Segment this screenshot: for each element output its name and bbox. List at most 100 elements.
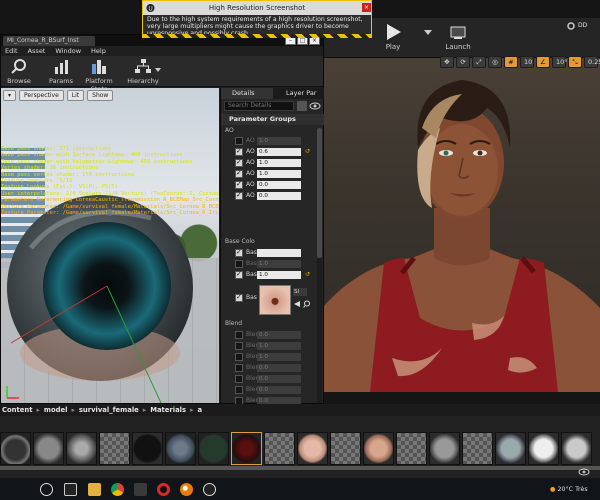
asset-thumbnail[interactable] xyxy=(528,432,559,465)
asset-thumbnail[interactable] xyxy=(165,432,196,465)
override-checkbox[interactable] xyxy=(235,353,243,361)
blender-icon[interactable] xyxy=(180,483,193,496)
value-field[interactable]: 0.0 xyxy=(257,331,301,339)
launch-button[interactable]: Launch xyxy=(432,20,484,56)
texture-dropdown[interactable]: Sl xyxy=(293,288,307,296)
file-explorer-icon[interactable] xyxy=(88,483,101,496)
override-checkbox[interactable] xyxy=(235,342,243,350)
override-checkbox[interactable] xyxy=(235,180,243,189)
value-field[interactable]: 1.0 xyxy=(257,170,301,178)
menu-window[interactable]: Window xyxy=(55,46,81,56)
value-field[interactable]: 0.0 xyxy=(257,386,301,394)
asset-thumbnail[interactable] xyxy=(330,432,361,465)
asset-thumbnail-selected[interactable] xyxy=(231,432,262,465)
use-asset-arrow-icon[interactable] xyxy=(293,300,301,308)
override-checkbox[interactable] xyxy=(235,248,243,257)
override-checkbox[interactable] xyxy=(235,169,243,178)
show-button[interactable]: Show xyxy=(87,90,114,101)
asset-thumbnail[interactable] xyxy=(429,432,460,465)
value-field[interactable]: 0.0 xyxy=(257,375,301,383)
rotation-snap-toggle[interactable]: ∠ xyxy=(536,56,550,68)
browse-button[interactable]: Browse xyxy=(3,57,35,86)
asset-thumbnail[interactable] xyxy=(396,432,427,465)
reset-icon[interactable]: ↺ xyxy=(305,147,310,157)
tab-details[interactable]: Details xyxy=(221,88,273,99)
color-swatch[interactable] xyxy=(257,249,301,257)
texture-thumbnail[interactable] xyxy=(259,285,291,315)
value-field[interactable]: 0.0 xyxy=(257,364,301,372)
asset-thumbnail[interactable] xyxy=(132,432,163,465)
group-base-color[interactable]: Base Colo xyxy=(225,238,255,246)
search-icon[interactable] xyxy=(40,483,53,496)
asset-thumbnail[interactable] xyxy=(462,432,493,465)
chrome-icon[interactable] xyxy=(111,483,124,496)
value-field[interactable]: 1.0 xyxy=(257,260,301,268)
level-viewport[interactable] xyxy=(322,58,600,392)
chevron-down-icon[interactable] xyxy=(155,67,161,73)
value-field[interactable]: 1.0 xyxy=(257,137,301,145)
override-checkbox[interactable] xyxy=(235,158,243,167)
scale-snap-value[interactable]: 0.25 xyxy=(584,56,600,68)
platform-stats-button[interactable]: Platform Stats xyxy=(79,57,119,93)
material-preview-viewport[interactable]: ▾ Perspective Lit Show Base pass shader:… xyxy=(1,88,219,403)
browse-asset-icon[interactable] xyxy=(303,300,311,308)
asset-thumbnail[interactable] xyxy=(33,432,64,465)
asset-thumbnail[interactable] xyxy=(297,432,328,465)
breadcrumb-survival-female[interactable]: survival_female xyxy=(79,404,139,416)
menu-edit[interactable]: Edit xyxy=(5,46,18,56)
dialog-close-button[interactable]: × xyxy=(362,3,371,12)
gear-icon[interactable] xyxy=(566,21,576,31)
menu-help[interactable]: Help xyxy=(91,46,106,56)
asset-thumbnail[interactable] xyxy=(495,432,526,465)
grid-snap-value[interactable]: 10 xyxy=(520,56,534,68)
weather-widget[interactable]: ● 20°C Très enso xyxy=(550,482,596,498)
override-checkbox[interactable] xyxy=(235,293,243,302)
task-view-icon[interactable] xyxy=(64,483,77,496)
tab-layer-parameters[interactable]: Layer Par xyxy=(275,88,324,99)
asset-thumbnail[interactable] xyxy=(264,432,295,465)
override-checkbox[interactable] xyxy=(235,375,243,383)
breadcrumb-content[interactable]: Content xyxy=(2,404,32,416)
asset-thumbnail[interactable] xyxy=(198,432,229,465)
override-checkbox[interactable] xyxy=(235,191,243,200)
unreal-engine-icon[interactable] xyxy=(203,483,216,496)
maximize-button[interactable]: □ xyxy=(297,37,308,45)
value-field[interactable]: 1.0 xyxy=(257,271,301,279)
scrollbar-thumb[interactable] xyxy=(317,128,322,258)
play-button[interactable]: Play xyxy=(372,20,414,56)
grid-snap-toggle[interactable]: # xyxy=(504,56,518,68)
override-checkbox[interactable] xyxy=(235,147,243,156)
override-checkbox[interactable] xyxy=(235,137,243,145)
value-field[interactable]: 0.0 xyxy=(257,181,301,189)
override-checkbox[interactable] xyxy=(235,331,243,339)
menu-asset[interactable]: Asset xyxy=(28,46,46,56)
asset-tab[interactable]: MI_Cornea_R_BSurf_Inst xyxy=(3,36,95,46)
minimize-button[interactable]: – xyxy=(285,37,296,45)
value-field[interactable]: 0.0 xyxy=(257,192,301,200)
value-field[interactable]: 0.6 xyxy=(257,148,301,156)
value-field[interactable]: 1.0 xyxy=(257,159,301,167)
close-button[interactable]: × xyxy=(309,37,320,45)
world-icon[interactable]: ◎ xyxy=(488,56,502,68)
override-checkbox[interactable] xyxy=(235,364,243,372)
group-ao[interactable]: AO xyxy=(225,127,234,135)
view-options-icon[interactable] xyxy=(297,101,307,111)
preview-options-button[interactable]: ▾ xyxy=(3,90,17,101)
value-field[interactable]: 1.0 xyxy=(257,353,301,361)
app-icon[interactable] xyxy=(134,483,147,496)
breadcrumb-materials[interactable]: Materials xyxy=(150,404,186,416)
override-checkbox[interactable] xyxy=(235,260,243,268)
reset-icon[interactable]: ↺ xyxy=(305,270,310,280)
group-blend[interactable]: Blend xyxy=(225,320,242,328)
value-field[interactable]: 1.0 xyxy=(257,342,301,350)
breadcrumb-a[interactable]: a xyxy=(197,404,202,416)
asset-thumbnail[interactable] xyxy=(99,432,130,465)
details-search-input[interactable]: Search Details xyxy=(224,101,294,111)
translate-tool[interactable]: ✥ xyxy=(440,56,454,68)
override-checkbox[interactable] xyxy=(235,386,243,394)
scale-snap-toggle[interactable]: ⤡ xyxy=(568,56,582,68)
asset-thumbnail[interactable] xyxy=(561,432,592,465)
opera-icon[interactable] xyxy=(157,483,170,496)
lit-button[interactable]: Lit xyxy=(66,90,85,101)
params-button[interactable]: Params xyxy=(45,57,77,86)
